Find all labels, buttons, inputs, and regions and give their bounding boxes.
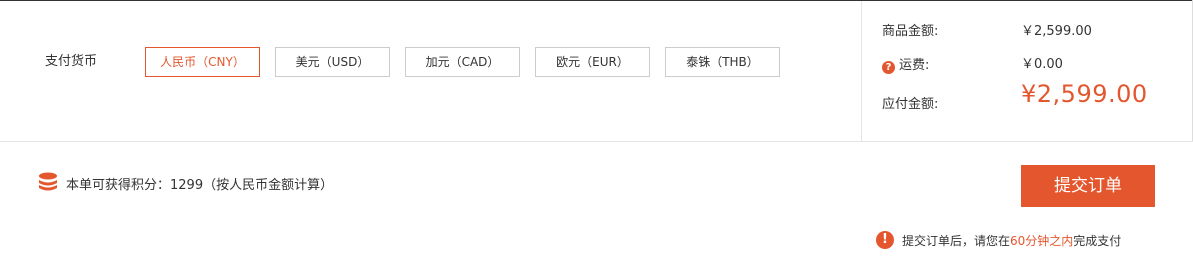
warning-exclamation-icon: ! xyxy=(876,231,894,249)
currency-option-eur[interactable]: 欧元（EUR） xyxy=(535,47,650,77)
submit-order-button[interactable]: 提交订单 xyxy=(1021,165,1155,207)
payable-amount-value: ¥2,599.00 xyxy=(1021,80,1148,108)
currency-option-cny[interactable]: 人民币（CNY） xyxy=(145,47,260,77)
payment-deadline-notice: ! 提交订单后，请您在 60分钟之内 完成支付 xyxy=(876,231,1121,249)
shipping-value: ￥0.00 xyxy=(1021,57,1063,72)
currency-option-cad[interactable]: 加元（CAD） xyxy=(405,47,520,77)
section-divider xyxy=(0,141,1193,142)
points-text: 本单可获得积分：1299（按人民币金额计算） xyxy=(66,177,334,193)
payable-amount-label: 应付金额: xyxy=(882,97,939,112)
goods-amount-label: 商品金额: xyxy=(882,24,939,39)
shipping-label: 运费: xyxy=(899,58,930,73)
currency-option-usd[interactable]: 美元（USD） xyxy=(275,47,390,77)
notice-prefix: 提交订单后，请您在 xyxy=(902,233,1011,248)
help-question-icon[interactable]: ? xyxy=(882,61,895,74)
coins-stack-icon xyxy=(39,172,57,191)
notice-suffix: 完成支付 xyxy=(1073,233,1122,248)
currency-label: 支付货币 xyxy=(45,54,98,69)
shipping-label-row: ? 运费: xyxy=(882,54,929,74)
summary-column-divider xyxy=(861,1,862,142)
top-divider xyxy=(0,0,1193,1)
goods-amount-value: ￥2,599.00 xyxy=(1021,24,1092,39)
currency-option-thb[interactable]: 泰铢（THB） xyxy=(665,47,780,77)
points-info: 本单可获得积分：1299（按人民币金额计算） xyxy=(38,172,333,194)
notice-highlight: 60分钟之内 xyxy=(1010,233,1074,248)
